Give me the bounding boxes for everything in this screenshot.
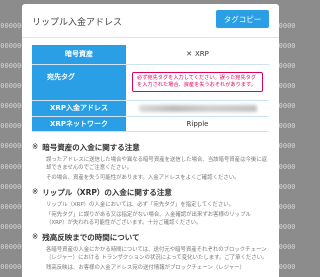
deposit-address-label: XRP入金アドレス <box>32 100 126 117</box>
destination-tag-warning: 必ず宛先タグを入力してください。誤った宛先タグを入力された場合、資産を失うおそれ… <box>132 72 263 92</box>
currency-value-cell: ✕ XRP <box>126 45 269 65</box>
note-item: ※ 暗号資産の入金に関する注意 誤ったアドレスに送信した場合や異なる暗号資産を送信… <box>32 142 269 182</box>
destination-tag-label-cell: 宛先タグ <box>32 64 126 101</box>
note-paragraph: 誤ったアドレスに送信した場合や異なる暗号資産を送信した場合、当該暗号資産は今後に… <box>46 156 268 171</box>
note-paragraph: 残高反映は、お客様の入金アドレス宛の送付情報がブロックチェーン（レジャー） <box>46 264 245 271</box>
note-body: 誤ったアドレスに送信した場合や異なる暗号資産を送信した場合、当該暗号資産は今後に… <box>32 156 269 182</box>
xrp-logo-icon: ✕ <box>186 50 192 59</box>
notes-section: ※ 暗号資産の入金に関する注意 誤ったアドレスに送信した場合や異なる暗号資産を送信… <box>32 142 269 272</box>
header-divider <box>22 37 279 38</box>
destination-tag-value-cell: 必ず宛先タグを入力してください。誤った宛先タグを入力された場合、資産を失うおそれ… <box>126 64 269 101</box>
deposit-info-table: 暗号資産 ✕ XRP 宛先タグ 必ず宛先タグを入力してください。誤った宛先タグを入… <box>32 45 269 132</box>
note-paragraph: 各暗号資産の入金にかかる時間については、送付元や暗号資産それぞれのブロックチェー… <box>46 246 268 261</box>
redacted-address <box>138 104 257 112</box>
network-row: XRPネットワーク Ripple <box>32 116 269 132</box>
deposit-address-row: XRP入金アドレス <box>32 100 269 117</box>
note-item: ※ 残高反映までの時間について 各暗号資産の入金にかかる時間については、送付元や暗… <box>32 232 269 272</box>
destination-tag-label: 宛先タグ <box>47 73 75 81</box>
note-body: リップル（XRP）の入金においては、必ず「宛先タグ」を指定してください。 「宛先… <box>32 201 269 227</box>
deposit-address-modal: リップル入金アドレス タグコピー 暗号資産 ✕ XRP 宛先タグ 必ず宛先タグを入… <box>22 4 279 277</box>
note-paragraph: リップル（XRP）の入金においては、必ず「宛先タグ」を指定してください。 <box>46 201 234 208</box>
modal-header: リップル入金アドレス タグコピー <box>22 4 279 37</box>
note-mark-icon: ※ <box>32 141 39 151</box>
deposit-address-value[interactable] <box>126 100 269 117</box>
currency-row: 暗号資産 ✕ XRP <box>32 45 269 65</box>
note-heading: リップル（XRP）の入金に関する注意 <box>42 187 172 197</box>
note-paragraph: 「宛先タグ」に誤りがある又は指定がない場合、入金確認が出来ずお客様のリップル（X… <box>46 211 251 226</box>
modal-title: リップル入金アドレス <box>32 18 123 28</box>
note-body: 各暗号資産の入金にかかる時間については、送付元や暗号資産それぞれのブロックチェー… <box>32 246 269 272</box>
currency-label: 暗号資産 <box>32 45 126 65</box>
note-mark-icon: ※ <box>32 186 39 196</box>
currency-value: XRP <box>194 50 209 59</box>
copy-tag-button[interactable]: タグコピー <box>216 10 269 28</box>
note-mark-icon: ※ <box>32 231 39 241</box>
network-value: Ripple <box>126 116 269 132</box>
network-label: XRPネットワーク <box>32 116 126 132</box>
note-item: ※ リップル（XRP）の入金に関する注意 リップル（XRP）の入金においては、必ず… <box>32 187 269 227</box>
note-heading: 暗号資産の入金に関する注意 <box>42 142 140 152</box>
destination-tag-row: 宛先タグ 必ず宛先タグを入力してください。誤った宛先タグを入力された場合、資産を… <box>32 64 269 101</box>
note-heading: 残高反映までの時間について <box>42 232 140 242</box>
note-paragraph: その場合、資産を失う可能性があります。入金アドレスをよくご確認ください。 <box>46 174 240 181</box>
